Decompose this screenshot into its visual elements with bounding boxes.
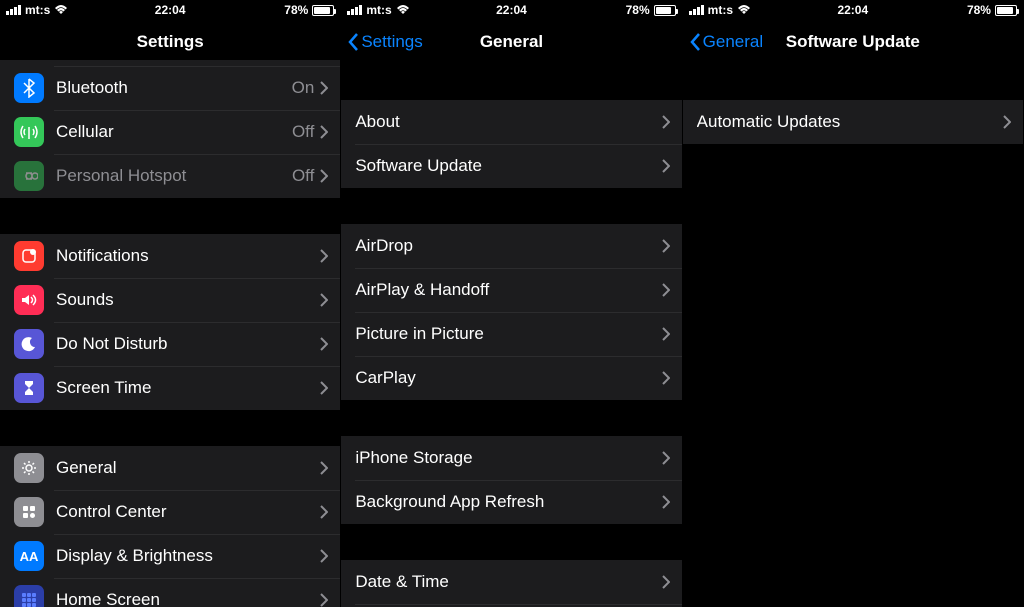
alerts-group: Notifications Sounds Do Not Disturb	[0, 234, 340, 410]
wifi-icon	[737, 5, 751, 15]
chevron-right-icon	[662, 327, 670, 341]
bluetooth-value: On	[292, 78, 315, 98]
page-title: Software Update	[786, 32, 920, 52]
clock: 22:04	[496, 3, 527, 17]
chevron-right-icon	[320, 381, 328, 395]
row-about[interactable]: About	[341, 100, 681, 144]
connectivity-group: Bluetooth On Cellular Off Personal Hotsp…	[0, 60, 340, 198]
row-personal-hotspot[interactable]: Personal Hotspot Off	[0, 154, 340, 198]
back-button[interactable]: General	[689, 32, 763, 52]
row-carplay[interactable]: CarPlay	[341, 356, 681, 400]
battery-pct: 78%	[626, 3, 650, 17]
row-airdrop[interactable]: AirDrop	[341, 224, 681, 268]
page-title: Settings	[137, 32, 204, 52]
chevron-right-icon	[320, 337, 328, 351]
carrier-label: mt:s	[25, 3, 50, 17]
chevron-right-icon	[662, 239, 670, 253]
battery-icon	[312, 5, 334, 16]
control-center-icon	[14, 497, 44, 527]
chevron-right-icon	[320, 249, 328, 263]
nav-bar: Settings	[0, 20, 340, 64]
row-sounds[interactable]: Sounds	[0, 278, 340, 322]
gear-icon	[14, 453, 44, 483]
row-iphone-storage[interactable]: iPhone Storage	[341, 436, 681, 480]
signal-icon	[689, 5, 704, 15]
row-display-brightness[interactable]: AA Display & Brightness	[0, 534, 340, 578]
chevron-right-icon	[662, 283, 670, 297]
settings-list[interactable]: Bluetooth On Cellular Off Personal Hotsp…	[0, 60, 340, 607]
chevron-right-icon	[662, 371, 670, 385]
chevron-right-icon	[662, 451, 670, 465]
row-software-update[interactable]: Software Update	[341, 144, 681, 188]
chevron-right-icon	[662, 115, 670, 129]
signal-icon	[6, 5, 21, 15]
clock: 22:04	[155, 3, 186, 17]
row-do-not-disturb[interactable]: Do Not Disturb	[0, 322, 340, 366]
hourglass-icon	[14, 373, 44, 403]
signal-icon	[347, 5, 362, 15]
general-pane: mt:s 22:04 78% Settings General About So…	[341, 0, 682, 607]
carrier-label: mt:s	[708, 3, 733, 17]
row-date-time[interactable]: Date & Time	[341, 560, 681, 604]
chevron-left-icon	[689, 32, 701, 52]
display-icon: AA	[14, 541, 44, 571]
chevron-right-icon	[320, 81, 328, 95]
row-picture-in-picture[interactable]: Picture in Picture	[341, 312, 681, 356]
chevron-right-icon	[320, 593, 328, 607]
chevron-right-icon	[662, 575, 670, 589]
back-button[interactable]: Settings	[347, 32, 422, 52]
chevron-right-icon	[662, 159, 670, 173]
row-bluetooth[interactable]: Bluetooth On	[0, 66, 340, 110]
chevron-right-icon	[320, 461, 328, 475]
hotspot-value: Off	[292, 166, 314, 186]
chevron-right-icon	[320, 125, 328, 139]
sounds-icon	[14, 285, 44, 315]
page-title: General	[480, 32, 543, 52]
hotspot-icon	[14, 161, 44, 191]
row-home-screen[interactable]: Home Screen	[0, 578, 340, 607]
chevron-right-icon	[320, 505, 328, 519]
nav-bar: Settings General	[341, 20, 681, 64]
general-list[interactable]: About Software Update AirDrop AirPlay & …	[341, 64, 681, 607]
cellular-value: Off	[292, 122, 314, 142]
moon-icon	[14, 329, 44, 359]
grid-icon	[14, 585, 44, 607]
status-bar: mt:s 22:04 78%	[0, 0, 340, 20]
chevron-right-icon	[320, 549, 328, 563]
chevron-left-icon	[347, 32, 359, 52]
chevron-right-icon	[1003, 115, 1011, 129]
bluetooth-icon	[14, 73, 44, 103]
status-bar: mt:s 22:04 78%	[683, 0, 1023, 20]
nav-bar: General Software Update	[683, 20, 1023, 64]
row-automatic-updates[interactable]: Automatic Updates	[683, 100, 1023, 144]
battery-icon	[995, 5, 1017, 16]
battery-pct: 78%	[284, 3, 308, 17]
software-update-pane: mt:s 22:04 78% General Software Update A…	[683, 0, 1024, 607]
battery-icon	[654, 5, 676, 16]
status-bar: mt:s 22:04 78%	[341, 0, 681, 20]
settings-pane: mt:s 22:04 78% Settings Bluetooth On	[0, 0, 341, 607]
notifications-icon	[14, 241, 44, 271]
row-cellular[interactable]: Cellular Off	[0, 110, 340, 154]
wifi-icon	[396, 5, 410, 15]
antenna-icon	[14, 117, 44, 147]
row-control-center[interactable]: Control Center	[0, 490, 340, 534]
row-airplay-handoff[interactable]: AirPlay & Handoff	[341, 268, 681, 312]
carrier-label: mt:s	[366, 3, 391, 17]
row-general[interactable]: General	[0, 446, 340, 490]
row-screen-time[interactable]: Screen Time	[0, 366, 340, 410]
chevron-right-icon	[662, 495, 670, 509]
wifi-icon	[54, 5, 68, 15]
chevron-right-icon	[320, 293, 328, 307]
clock: 22:04	[837, 3, 868, 17]
battery-pct: 78%	[967, 3, 991, 17]
software-update-list[interactable]: Automatic Updates	[683, 64, 1023, 607]
row-background-app-refresh[interactable]: Background App Refresh	[341, 480, 681, 524]
chevron-right-icon	[320, 169, 328, 183]
device-group: General Control Center AA Display & Brig…	[0, 446, 340, 607]
row-notifications[interactable]: Notifications	[0, 234, 340, 278]
